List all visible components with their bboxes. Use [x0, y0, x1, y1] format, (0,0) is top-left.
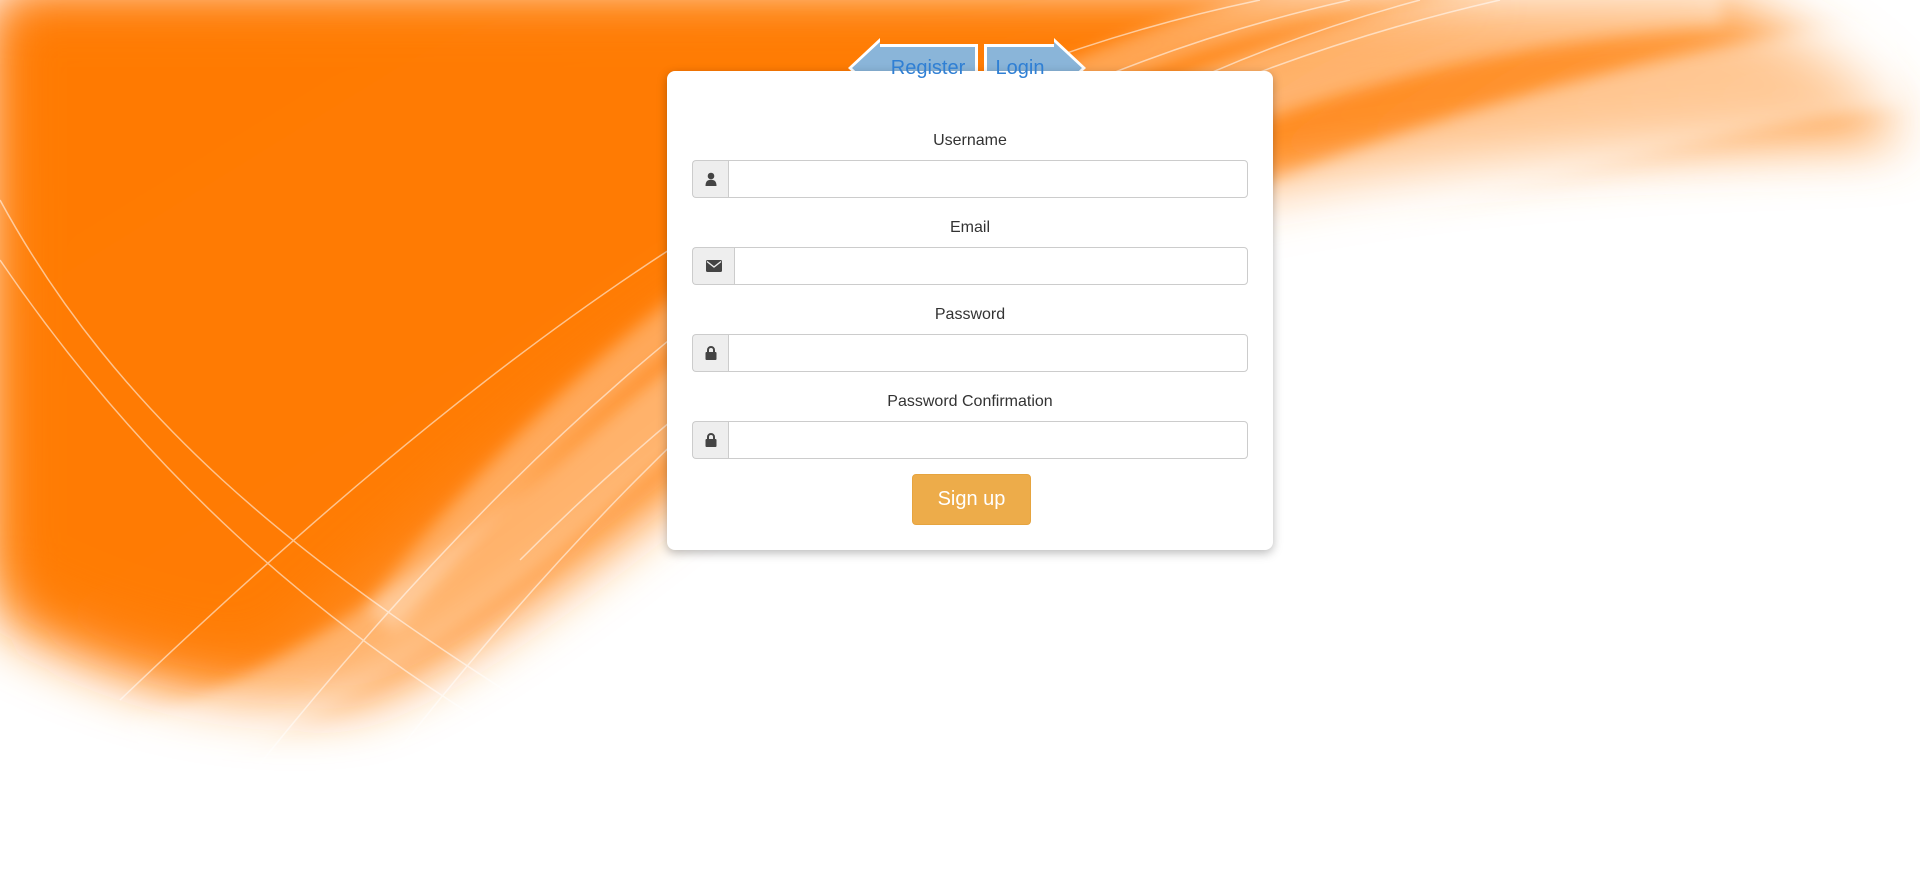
- email-input[interactable]: [734, 247, 1248, 285]
- username-input-group: [692, 160, 1248, 198]
- email-label: Email: [949, 219, 990, 236]
- lock-icon: [692, 421, 728, 459]
- username-field-group: Username: [692, 130, 1248, 198]
- password-confirmation-input-group: [692, 421, 1248, 459]
- user-icon: [692, 160, 728, 198]
- email-field-group: Email: [692, 217, 1248, 285]
- email-input-group: [692, 247, 1248, 285]
- lock-icon: [692, 334, 728, 372]
- password-confirmation-field-group: Password Confirmation: [692, 391, 1248, 459]
- password-confirmation-label: Password Confirmation: [887, 393, 1053, 410]
- password-input[interactable]: [728, 334, 1248, 372]
- password-label: Password: [934, 306, 1006, 323]
- sign-up-button[interactable]: Sign up: [912, 474, 1031, 525]
- tab-login-label: Login: [995, 56, 1045, 79]
- username-input[interactable]: [728, 160, 1248, 198]
- envelope-icon: [692, 247, 734, 285]
- page: Register Login Username Email Password P…: [0, 0, 1920, 884]
- password-confirmation-input[interactable]: [728, 421, 1248, 459]
- username-label: Username: [933, 132, 1007, 149]
- password-input-group: [692, 334, 1248, 372]
- tab-register-label: Register: [890, 56, 966, 79]
- register-card: Username Email Password Password Confirm…: [667, 71, 1273, 550]
- password-field-group: Password: [692, 304, 1248, 372]
